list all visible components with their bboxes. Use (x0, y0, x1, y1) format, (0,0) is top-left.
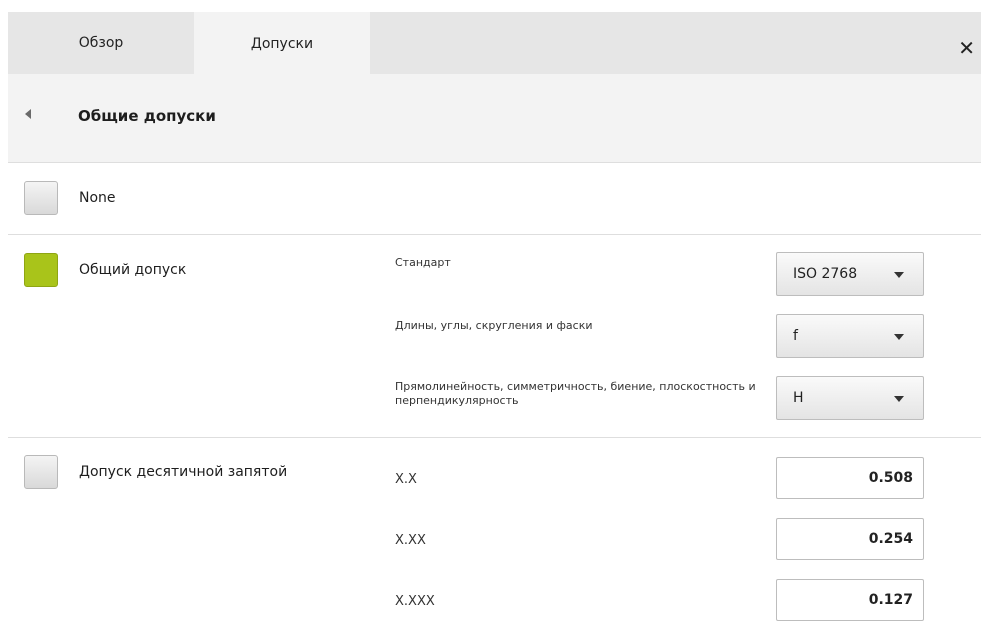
lengths-angles-value: f (793, 328, 798, 344)
general-tolerance-checkbox[interactable] (24, 253, 58, 287)
standard-label: Стандарт (395, 256, 451, 269)
tab-bar: Обзор Допуски ✕ (8, 12, 981, 75)
back-arrow-icon[interactable] (25, 109, 31, 119)
standard-value: ISO 2768 (793, 266, 858, 282)
general-tolerance-label: Общий допуск (79, 262, 187, 278)
page-title: Общие допуски (78, 107, 216, 125)
decimal-tolerance-label: Допуск десятичной запятой (79, 464, 288, 480)
none-checkbox[interactable] (24, 181, 58, 215)
none-label: None (79, 190, 116, 206)
divider (8, 234, 981, 235)
lengths-angles-label: Длины, углы, скругления и фаски (395, 319, 593, 332)
tab-tolerances[interactable]: Допуски (194, 12, 370, 75)
section-header: Общие допуски (8, 74, 981, 162)
form-tolerance-select[interactable]: H (776, 376, 924, 420)
chevron-down-icon (894, 334, 904, 340)
standard-select[interactable]: ISO 2768 (776, 252, 924, 296)
chevron-down-icon (894, 272, 904, 278)
close-icon[interactable]: ✕ (958, 38, 975, 58)
form-tolerance-value: H (793, 390, 804, 406)
lengths-angles-select[interactable]: f (776, 314, 924, 358)
form-tolerance-label: Прямолинейность, симметричность, биение,… (395, 380, 756, 407)
decimal-x-input[interactable] (776, 457, 924, 499)
divider (8, 162, 981, 163)
tab-overview[interactable]: Обзор (8, 12, 194, 74)
decimal-xxx-input[interactable] (776, 579, 924, 621)
decimal-xxx-label: X.XXX (395, 594, 435, 609)
divider (8, 437, 981, 438)
chevron-down-icon (894, 396, 904, 402)
decimal-xx-input[interactable] (776, 518, 924, 560)
decimal-xx-label: X.XX (395, 533, 426, 548)
decimal-x-label: X.X (395, 472, 417, 487)
decimal-tolerance-checkbox[interactable] (24, 455, 58, 489)
